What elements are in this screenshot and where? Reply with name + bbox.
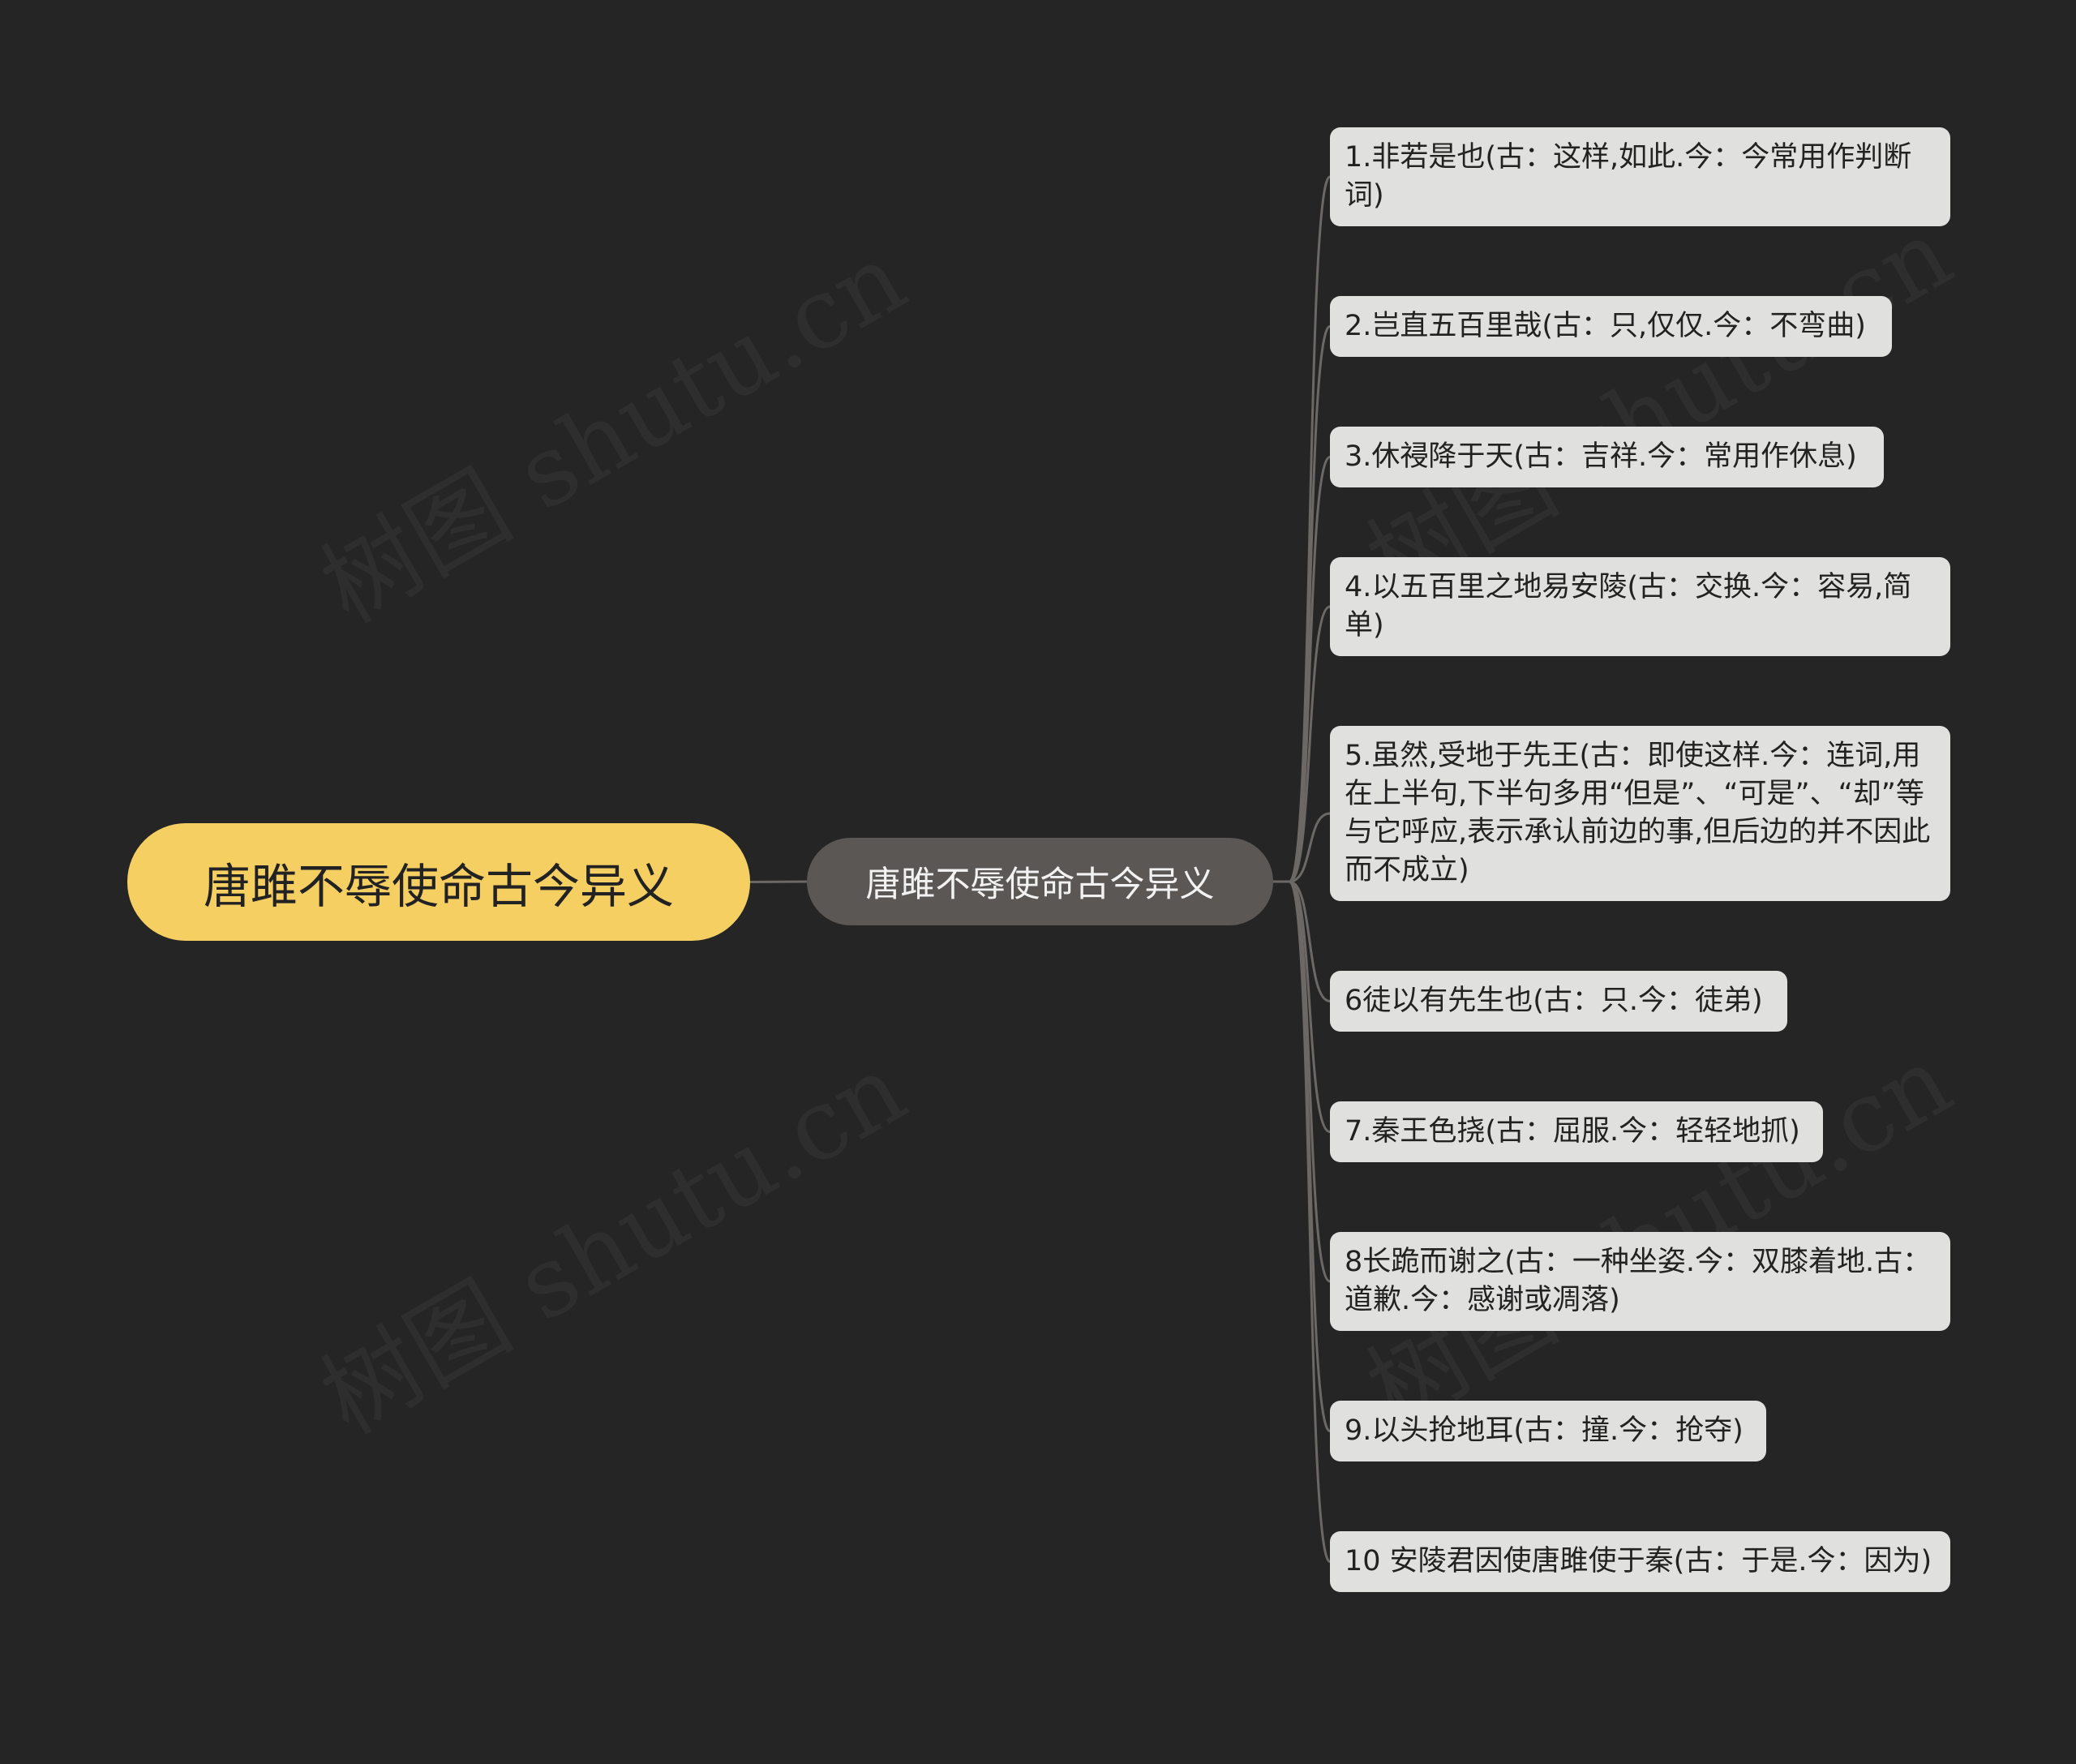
leaf-topic-label: 2.岂直五百里哉(古：只,仅仅.今：不弯曲) — [1345, 310, 1866, 342]
connector-center-leaf-1 — [1273, 175, 1332, 883]
connector-center-leaf-3 — [1273, 456, 1331, 883]
watermark: 树图 shutu.cn — [292, 202, 926, 650]
leaf-topic-label: 10 安陵君因使唐雎使于秦(古：于是.今：因为) — [1345, 1545, 1932, 1577]
leaf-topic-6[interactable]: 6徒以有先生也(古：只.今：徒弟) — [1330, 971, 1787, 1032]
leaf-topic-label: 3.休祲降于天(古：吉祥.今：常用作休息) — [1345, 440, 1857, 473]
watermark: 树图 shutu.cn — [1338, 1005, 1972, 1453]
connector-center-leaf-5 — [1273, 812, 1331, 883]
center-topic[interactable]: 唐雎不辱使命古今异义 — [807, 838, 1273, 925]
connector-center-leaf-6 — [1273, 880, 1331, 1002]
center-topic-label: 唐雎不辱使命古今异义 — [865, 865, 1215, 905]
leaf-topic-label: 7.秦王色挠(古：屈服.今：轻轻地抓) — [1345, 1115, 1800, 1148]
mind-map-canvas: 树图 shutu.cn 树图 shutu.cn 树图 shutu.cn 树图 s… — [0, 0, 2076, 1764]
connector-center-leaf-10 — [1273, 880, 1332, 1563]
leaf-topic-3[interactable]: 3.休祲降于天(古：吉祥.今：常用作休息) — [1330, 427, 1884, 487]
root-topic-label: 唐雎不辱使命古今异义 — [203, 858, 674, 914]
leaf-topic-1[interactable]: 1.非若是也(古：这样,如此.今：今常用作判断词) — [1330, 127, 1950, 226]
leaf-topic-7[interactable]: 7.秦王色挠(古：屈服.今：轻轻地抓) — [1330, 1101, 1823, 1162]
connector-center-leaf-2 — [1273, 325, 1332, 883]
connector-center-leaf-8 — [1273, 880, 1331, 1283]
leaf-topic-label: 4.以五百里之地易安陵(古：交换.今：容易,简单) — [1345, 571, 1912, 642]
leaf-topic-4[interactable]: 4.以五百里之地易安陵(古：交换.今：容易,简单) — [1330, 557, 1950, 656]
root-topic[interactable]: 唐雎不辱使命古今异义 — [127, 823, 750, 941]
watermark: 树图 shutu.cn — [292, 1013, 926, 1461]
leaf-topic-10[interactable]: 10 安陵君因使唐雎使于秦(古：于是.今：因为) — [1330, 1531, 1950, 1592]
leaf-topic-label: 9.以头抢地耳(古：撞.今：抢夺) — [1345, 1414, 1744, 1447]
leaf-topic-label: 6徒以有先生也(古：只.今：徒弟) — [1345, 985, 1763, 1017]
leaf-topic-label: 1.非若是也(古：这样,如此.今：今常用作判断词) — [1345, 141, 1912, 212]
leaf-topic-label: 8长跪而谢之(古：一种坐姿.今：双膝着地.古：道歉.今：感谢或凋落) — [1345, 1246, 1932, 1316]
connector-center-leaf-4 — [1273, 605, 1331, 883]
leaf-topic-5[interactable]: 5.虽然,受地于先王(古：即使这样.今：连词,用在上半句,下半句多用“但是”、“… — [1330, 726, 1950, 901]
connector-center-leaf-7 — [1273, 880, 1331, 1133]
leaf-topic-label: 5.虽然,受地于先王(古：即使这样.今：连词,用在上半句,下半句多用“但是”、“… — [1345, 740, 1931, 886]
connector-center-leaf-9 — [1273, 880, 1332, 1432]
leaf-topic-9[interactable]: 9.以头抢地耳(古：撞.今：抢夺) — [1330, 1401, 1766, 1461]
leaf-topic-2[interactable]: 2.岂直五百里哉(古：只,仅仅.今：不弯曲) — [1330, 296, 1892, 357]
leaf-topic-8[interactable]: 8长跪而谢之(古：一种坐姿.今：双膝着地.古：道歉.今：感谢或凋落) — [1330, 1232, 1950, 1331]
